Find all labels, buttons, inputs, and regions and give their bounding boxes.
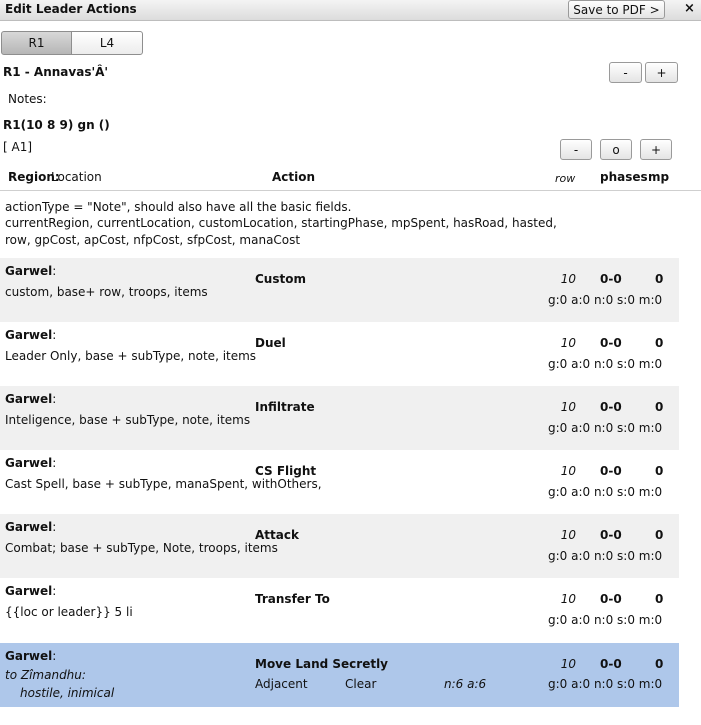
action-row[interactable]: Garwel: Cast Spell, base + subType, mana… (0, 450, 679, 514)
action-leader: Garwel: (5, 328, 57, 342)
group-plus-button[interactable]: + (640, 139, 672, 160)
action-phases: 0-0 (600, 272, 622, 286)
notes-label: Notes: (8, 92, 47, 106)
action-description: Cast Spell, base + subType, manaSpent, w… (5, 477, 322, 491)
action-phases: 0-0 (600, 592, 622, 606)
action-row-number: 10 (560, 400, 576, 414)
action-phases: 0-0 (600, 657, 622, 671)
action-row-selected[interactable]: Garwel: to Zîmandhu: hostile, inimical M… (0, 643, 679, 707)
action-row[interactable]: Garwel: Leader Only, base + subType, not… (0, 322, 679, 386)
action-leader: Garwel: (5, 456, 57, 470)
action-costs: g:0 a:0 n:0 s:0 m:0 (548, 613, 663, 627)
window-title: Edit Leader Actions (5, 2, 137, 16)
note-line: row, gpCost, apCost, nfpCost, sfpCost, m… (5, 233, 301, 247)
leader-minus-button[interactable]: - (609, 62, 642, 83)
action-row-number: 10 (560, 464, 576, 478)
column-header-mp: mp (648, 170, 670, 184)
action-phases: 0-0 (600, 464, 622, 478)
note-line: currentRegion, currentLocation, customLo… (5, 216, 557, 230)
group-o-button[interactable]: o (600, 139, 632, 160)
leader-plus-button[interactable]: + (645, 62, 678, 83)
action-leader: Garwel: (5, 649, 57, 663)
column-header-phases: phases (600, 170, 648, 184)
action-mp: 0 (655, 592, 664, 606)
tab-l4[interactable]: L4 (71, 31, 143, 55)
action-row-number: 10 (560, 272, 576, 286)
group-minus-button[interactable]: - (560, 139, 592, 160)
action-costs: g:0 a:0 n:0 s:0 m:0 (548, 357, 663, 371)
save-to-pdf-button[interactable]: Save to PDF > (568, 0, 665, 19)
army-label: [ A1] (3, 140, 33, 154)
action-type: Duel (255, 336, 286, 350)
action-row[interactable]: Garwel: custom, base+ row, troops, items… (0, 258, 679, 322)
action-leader: Garwel: (5, 520, 57, 534)
action-description: Leader Only, base + subType, note, items (5, 349, 257, 363)
action-costs: g:0 a:0 n:0 s:0 m:0 (548, 421, 663, 435)
action-type: CS Flight (255, 464, 317, 478)
column-header-row: row (555, 172, 576, 185)
action-phases: 0-0 (600, 400, 622, 414)
action-row-number: 10 (560, 657, 576, 671)
action-type: Transfer To (255, 592, 330, 606)
action-leader: Garwel: (5, 584, 57, 598)
group-title: R1(10 8 9) gn () (3, 118, 110, 132)
action-type: Attack (255, 528, 299, 542)
action-type: Infiltrate (255, 400, 315, 414)
action-row-number: 10 (560, 592, 576, 606)
leader-name: R1 - Annavas'Â' (3, 65, 109, 79)
action-phases: 0-0 (600, 528, 622, 542)
action-mp: 0 (655, 272, 664, 286)
action-row-number: 10 (560, 336, 576, 350)
header-divider (0, 190, 701, 191)
move-weather: Clear (345, 677, 377, 691)
action-costs: g:0 a:0 n:0 s:0 m:0 (548, 485, 663, 499)
action-mp: 0 (655, 336, 664, 350)
column-header-action: Action (272, 170, 316, 184)
column-header-location: Location (51, 170, 102, 184)
action-costs: g:0 a:0 n:0 s:0 m:0 (548, 549, 663, 563)
action-description: Combat; base + subType, Note, troops, it… (5, 541, 278, 555)
action-row[interactable]: Garwel: Inteligence, base + subType, not… (0, 386, 679, 450)
action-type: Move Land Secretly (255, 657, 389, 671)
window-titlebar: Edit Leader Actions Save to PDF > × (0, 0, 701, 21)
move-terrain: Adjacent (255, 677, 308, 691)
action-costs: g:0 a:0 n:0 s:0 m:0 (548, 677, 663, 691)
action-type: Custom (255, 272, 306, 286)
action-leader: Garwel: (5, 264, 57, 278)
action-mp: 0 (655, 464, 664, 478)
action-row-number: 10 (560, 528, 576, 542)
note-line: actionType = "Note", should also have al… (5, 200, 352, 214)
action-description: custom, base+ row, troops, items (5, 285, 208, 299)
action-row[interactable]: Garwel: Combat; base + subType, Note, tr… (0, 514, 679, 578)
move-na-cost: n:6 a:6 (444, 677, 487, 691)
action-mp: 0 (655, 400, 664, 414)
action-costs: g:0 a:0 n:0 s:0 m:0 (548, 293, 663, 307)
action-mp: 0 (655, 657, 664, 671)
action-description: {{loc or leader}} 5 li (5, 605, 133, 619)
move-destination: to Zîmandhu: (5, 668, 86, 682)
action-phases: 0-0 (600, 336, 622, 350)
destination-attitude: hostile, inimical (20, 686, 115, 700)
action-row[interactable]: Garwel: {{loc or leader}} 5 li Transfer … (0, 578, 679, 642)
action-mp: 0 (655, 528, 664, 542)
action-description: Inteligence, base + subType, note, items (5, 413, 251, 427)
close-icon[interactable]: × (684, 1, 695, 16)
action-leader: Garwel: (5, 392, 57, 406)
tab-r1[interactable]: R1 (1, 31, 72, 55)
